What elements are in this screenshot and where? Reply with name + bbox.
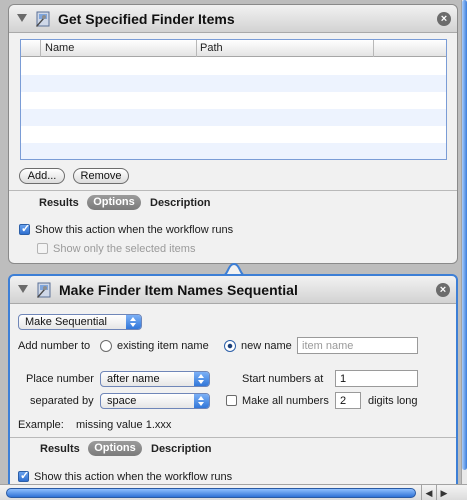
show-action-checkbox[interactable] — [19, 222, 30, 235]
column-divider — [373, 40, 374, 57]
show-action-label: Show this action when the workflow runs — [35, 224, 234, 236]
table-row[interactable] — [21, 92, 446, 109]
add-number-to-label: Add number to — [18, 340, 91, 352]
disclosure-triangle-icon[interactable] — [18, 285, 28, 293]
show-selected-checkbox[interactable] — [37, 243, 48, 254]
action-title: Get Specified Finder Items — [58, 11, 235, 27]
action-title: Make Finder Item Names Sequential — [59, 282, 298, 298]
table-row[interactable] — [21, 75, 446, 92]
tab-description[interactable]: Description — [151, 443, 212, 455]
horizontal-scroll-thumb[interactable] — [6, 488, 416, 498]
disclosure-triangle-icon[interactable] — [17, 14, 27, 22]
start-numbers-field[interactable]: 1 — [335, 370, 418, 387]
item-name-field[interactable]: item name — [297, 337, 418, 354]
example-value: missing value 1.xxx — [76, 419, 172, 431]
table-row[interactable] — [21, 143, 446, 159]
close-icon[interactable]: × — [436, 283, 450, 297]
popup-arrows-icon — [194, 372, 209, 386]
tab-description[interactable]: Description — [150, 197, 211, 209]
new-name-radio[interactable] — [224, 340, 236, 352]
table-row[interactable] — [21, 109, 446, 126]
existing-name-label: existing item name — [117, 340, 209, 352]
horizontal-scrollbar[interactable]: ◀ ▶ — [0, 484, 467, 500]
close-icon[interactable]: × — [437, 12, 451, 26]
column-divider — [196, 40, 197, 57]
vertical-scrollbar[interactable] — [461, 0, 467, 484]
section-divider — [9, 190, 457, 191]
automator-finder-icon — [37, 282, 51, 298]
place-number-popup[interactable]: after name — [100, 371, 210, 387]
separated-by-label: separated by — [30, 395, 94, 407]
tab-options[interactable]: Options — [87, 195, 141, 210]
action-make-names-sequential: Make Finder Item Names Sequential × Make… — [8, 274, 458, 492]
digits-long-label: digits long — [368, 395, 418, 407]
show-action-checkbox[interactable] — [18, 469, 29, 482]
existing-name-radio[interactable] — [100, 340, 112, 352]
column-divider — [40, 40, 41, 57]
action-get-specified-finder-items: Get Specified Finder Items × Name Path A… — [8, 4, 458, 264]
tab-options[interactable]: Options — [88, 441, 142, 456]
column-header-path[interactable]: Path — [200, 42, 223, 54]
scroll-right-icon[interactable]: ▶ — [436, 485, 451, 500]
finder-items-table[interactable]: Name Path — [20, 39, 447, 160]
new-name-label: new name — [241, 340, 292, 352]
vertical-scroll-thumb[interactable] — [462, 0, 467, 470]
section-divider — [10, 437, 456, 438]
table-header: Name Path — [21, 40, 446, 57]
action-titlebar[interactable]: Get Specified Finder Items × — [9, 5, 457, 33]
table-row[interactable] — [21, 58, 446, 75]
make-all-numbers-label: Make all numbers — [242, 395, 329, 407]
automator-finder-icon — [36, 11, 50, 27]
place-number-label: Place number — [26, 373, 94, 385]
digits-field[interactable]: 2 — [335, 392, 361, 409]
popup-arrows-icon — [194, 394, 209, 408]
separator-value: space — [107, 395, 137, 407]
make-all-numbers-checkbox[interactable] — [226, 395, 237, 406]
table-row[interactable] — [21, 126, 446, 143]
tab-results[interactable]: Results — [39, 197, 79, 209]
remove-button[interactable]: Remove — [73, 168, 129, 184]
show-selected-label: Show only the selected items — [53, 243, 196, 255]
place-number-value: after name — [107, 373, 160, 385]
mode-popup-value: Make Sequential — [25, 316, 107, 328]
popup-arrows-icon — [126, 315, 141, 329]
example-label: Example: — [18, 419, 64, 431]
scroll-left-icon[interactable]: ◀ — [421, 485, 436, 500]
mode-popup[interactable]: Make Sequential — [18, 314, 142, 330]
tab-results[interactable]: Results — [40, 443, 80, 455]
show-action-label: Show this action when the workflow runs — [34, 471, 233, 483]
separator-popup[interactable]: space — [100, 393, 210, 409]
action-titlebar[interactable]: Make Finder Item Names Sequential × — [10, 276, 456, 304]
add-button[interactable]: Add... — [19, 168, 65, 184]
start-numbers-label: Start numbers at — [242, 373, 324, 385]
column-header-name[interactable]: Name — [45, 42, 74, 54]
